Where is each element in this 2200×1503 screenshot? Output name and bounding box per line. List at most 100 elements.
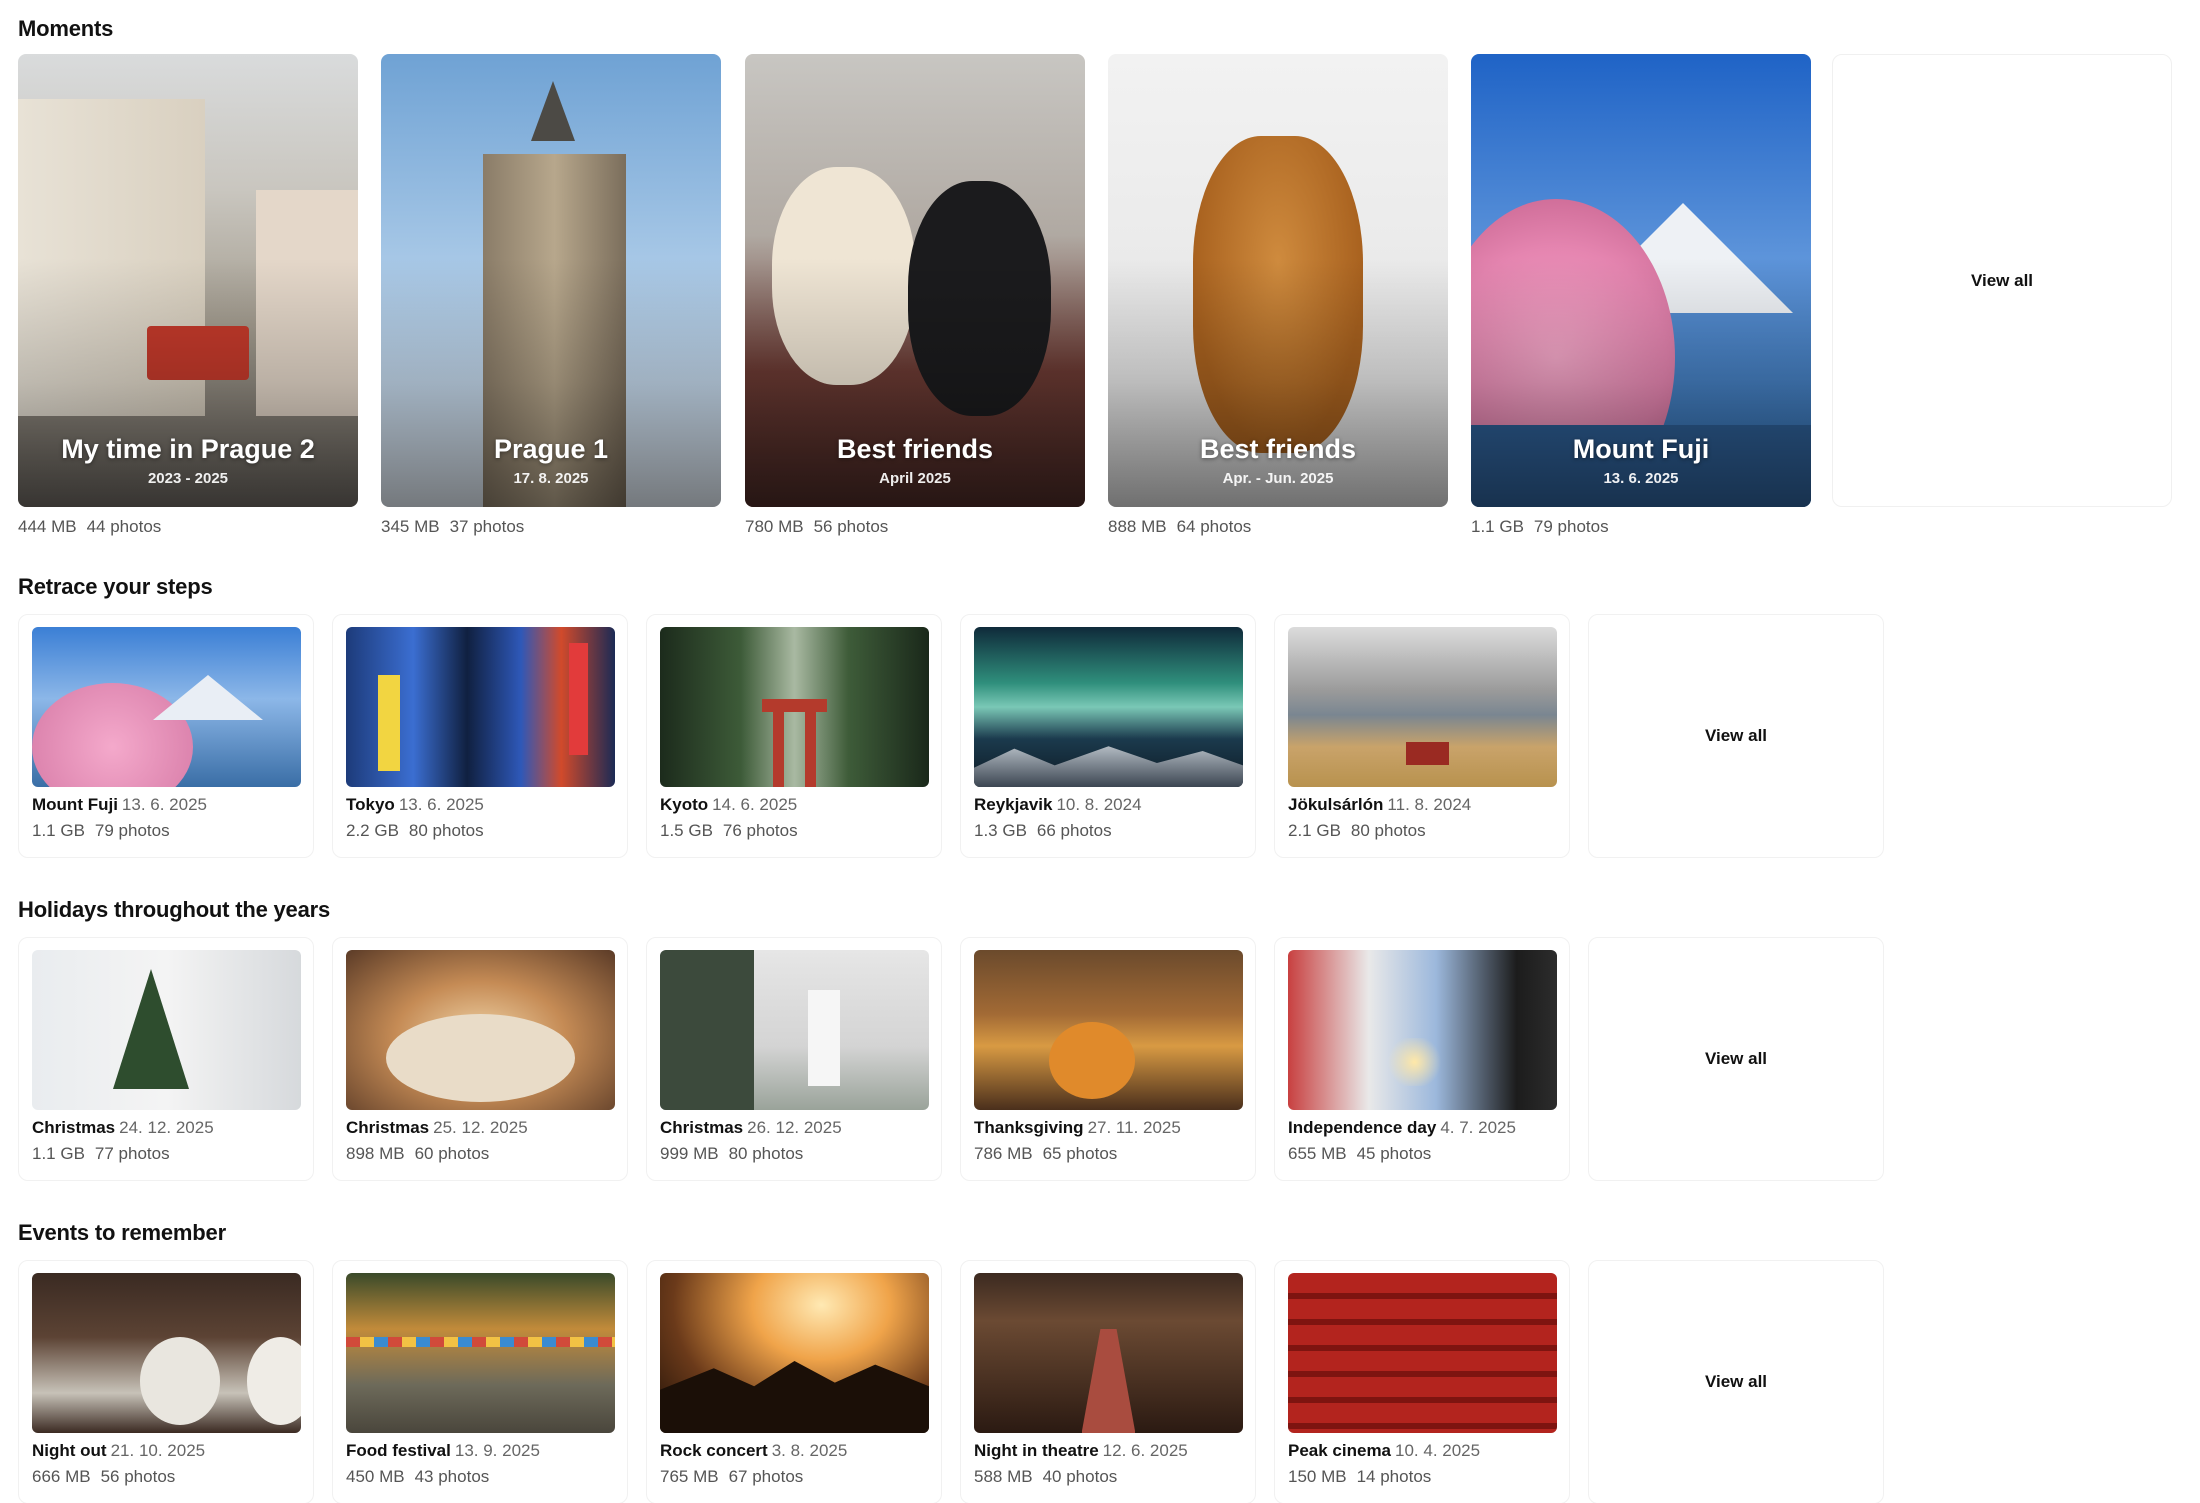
trip-name: Tokyo bbox=[346, 795, 395, 814]
moment-size: 345 MB bbox=[381, 517, 440, 536]
holiday-photo[interactable] bbox=[974, 950, 1243, 1110]
moment-date: 2023 - 2025 bbox=[147, 470, 229, 487]
event-card[interactable]: Peak cinema 10. 4. 2025 150 MB 14 photos bbox=[1274, 1260, 1570, 1503]
moment-photo-count: 37 photos bbox=[449, 517, 525, 536]
moment-date: Apr. - Jun. 2025 bbox=[1222, 470, 1334, 487]
moment-title: Best friends bbox=[1199, 434, 1357, 464]
holiday-photo[interactable] bbox=[1288, 950, 1557, 1110]
moment-date: 17. 8. 2025 bbox=[513, 470, 589, 487]
holiday-name: Christmas bbox=[660, 1118, 744, 1137]
moment-photo[interactable]: My time in Prague 2 2023 - 2025 bbox=[18, 54, 358, 507]
trip-photo[interactable] bbox=[1288, 627, 1557, 787]
moment-title: Prague 1 bbox=[493, 434, 609, 464]
retrace-view-all-button[interactable]: View all bbox=[1588, 614, 1884, 858]
holiday-date: 4. 7. 2025 bbox=[1440, 1118, 1516, 1137]
event-photo-count: 14 photos bbox=[1356, 1467, 1432, 1486]
moment-card[interactable]: Best friends Apr. - Jun. 2025 888 MB 64 p… bbox=[1108, 54, 1448, 537]
event-photo[interactable] bbox=[1288, 1273, 1557, 1433]
event-size: 588 MB bbox=[974, 1467, 1033, 1486]
trip-date: 13. 6. 2025 bbox=[121, 795, 207, 814]
moment-size: 888 MB bbox=[1108, 517, 1167, 536]
event-name: Night out bbox=[32, 1441, 107, 1460]
holiday-name: Thanksgiving bbox=[974, 1118, 1084, 1137]
event-name: Rock concert bbox=[660, 1441, 768, 1460]
moment-card[interactable]: My time in Prague 2 2023 - 2025 444 MB 44… bbox=[18, 54, 358, 537]
event-date: 21. 10. 2025 bbox=[110, 1441, 206, 1460]
event-size: 666 MB bbox=[32, 1467, 91, 1486]
event-card[interactable]: Rock concert 3. 8. 2025 765 MB 67 photos bbox=[646, 1260, 942, 1503]
trip-card[interactable]: Tokyo 13. 6. 2025 2.2 GB 80 photos bbox=[332, 614, 628, 858]
moments-view-all-button[interactable]: View all bbox=[1832, 54, 2172, 507]
trip-size: 1.3 GB bbox=[974, 821, 1027, 840]
holiday-date: 26. 12. 2025 bbox=[747, 1118, 842, 1137]
holiday-size: 1.1 GB bbox=[32, 1144, 85, 1163]
moment-meta: 1.1 GB 79 photos bbox=[1471, 517, 1811, 537]
event-photo[interactable] bbox=[32, 1273, 301, 1433]
trip-photo[interactable] bbox=[974, 627, 1243, 787]
trip-card[interactable]: Jökulsárlón 11. 8. 2024 2.1 GB 80 photos bbox=[1274, 614, 1570, 858]
trip-size: 1.5 GB bbox=[660, 821, 713, 840]
trip-date: 14. 6. 2025 bbox=[712, 795, 798, 814]
event-card[interactable]: Night in theatre 12. 6. 2025 588 MB 40 pho… bbox=[960, 1260, 1256, 1503]
holiday-photo[interactable] bbox=[32, 950, 301, 1110]
trip-card[interactable]: Reykjavik 10. 8. 2024 1.3 GB 66 photos bbox=[960, 614, 1256, 858]
trip-size: 2.1 GB bbox=[1288, 821, 1341, 840]
holiday-card[interactable]: Thanksgiving 27. 11. 2025 786 MB 65 photos bbox=[960, 937, 1256, 1181]
moment-photo[interactable]: Best friends April 2025 bbox=[745, 54, 1085, 507]
moment-card[interactable]: Prague 1 17. 8. 2025 345 MB 37 photos bbox=[381, 54, 721, 537]
holiday-photo[interactable] bbox=[346, 950, 615, 1110]
holiday-photo-count: 80 photos bbox=[728, 1144, 804, 1163]
trip-date: 13. 6. 2025 bbox=[398, 795, 484, 814]
trip-photo[interactable] bbox=[660, 627, 929, 787]
moment-card[interactable]: Best friends April 2025 780 MB 56 photos bbox=[745, 54, 1085, 537]
holiday-card[interactable]: Christmas 24. 12. 2025 1.1 GB 77 photos bbox=[18, 937, 314, 1181]
holiday-photo-count: 60 photos bbox=[414, 1144, 490, 1163]
event-name: Night in theatre bbox=[974, 1441, 1099, 1460]
trip-card[interactable]: Mount Fuji 13. 6. 2025 1.1 GB 79 photos bbox=[18, 614, 314, 858]
event-photo[interactable] bbox=[974, 1273, 1243, 1433]
trip-name: Reykjavik bbox=[974, 795, 1053, 814]
holiday-photo[interactable] bbox=[660, 950, 929, 1110]
moment-title: My time in Prague 2 bbox=[61, 434, 315, 464]
moment-photo[interactable]: Prague 1 17. 8. 2025 bbox=[381, 54, 721, 507]
trip-photo[interactable] bbox=[32, 627, 301, 787]
moment-photo-count: 56 photos bbox=[813, 517, 889, 536]
section-title-holidays: Holidays throughout the years bbox=[18, 897, 331, 922]
moment-title: Best friends bbox=[836, 434, 994, 464]
trip-card[interactable]: Kyoto 14. 6. 2025 1.5 GB 76 photos bbox=[646, 614, 942, 858]
moment-meta: 888 MB 64 photos bbox=[1108, 517, 1448, 537]
holiday-name: Christmas bbox=[346, 1118, 430, 1137]
section-title-events: Events to remember bbox=[18, 1220, 226, 1245]
moment-meta: 444 MB 44 photos bbox=[18, 517, 358, 537]
trip-photo-count: 79 photos bbox=[94, 821, 170, 840]
moment-card[interactable]: Mount Fuji 13. 6. 2025 1.1 GB 79 photos bbox=[1471, 54, 1811, 537]
holiday-size: 655 MB bbox=[1288, 1144, 1347, 1163]
moment-meta: 780 MB 56 photos bbox=[745, 517, 1085, 537]
moment-size: 1.1 GB bbox=[1471, 517, 1524, 536]
trip-photo-count: 80 photos bbox=[1350, 821, 1426, 840]
event-card[interactable]: Food festival 13. 9. 2025 450 MB 43 photos bbox=[332, 1260, 628, 1503]
event-photo[interactable] bbox=[660, 1273, 929, 1433]
event-date: 13. 9. 2025 bbox=[454, 1441, 540, 1460]
moment-meta: 345 MB 37 photos bbox=[381, 517, 721, 537]
trip-name: Mount Fuji bbox=[32, 795, 118, 814]
holidays-view-all-button[interactable]: View all bbox=[1588, 937, 1884, 1181]
trip-photo[interactable] bbox=[346, 627, 615, 787]
moment-photo-count: 79 photos bbox=[1533, 517, 1609, 536]
holiday-name: Independence day bbox=[1288, 1118, 1437, 1137]
trip-size: 1.1 GB bbox=[32, 821, 85, 840]
event-photo[interactable] bbox=[346, 1273, 615, 1433]
holiday-card[interactable]: Christmas 25. 12. 2025 898 MB 60 photos bbox=[332, 937, 628, 1181]
holiday-card[interactable]: Christmas 26. 12. 2025 999 MB 80 photos bbox=[646, 937, 942, 1181]
holiday-card[interactable]: Independence day 4. 7. 2025 655 MB 45 phot… bbox=[1274, 937, 1570, 1181]
holiday-size: 786 MB bbox=[974, 1144, 1033, 1163]
event-name: Food festival bbox=[346, 1441, 451, 1460]
moment-size: 444 MB bbox=[18, 517, 77, 536]
events-view-all-button[interactable]: View all bbox=[1588, 1260, 1884, 1503]
event-card[interactable]: Night out 21. 10. 2025 666 MB 56 photos bbox=[18, 1260, 314, 1503]
event-size: 450 MB bbox=[346, 1467, 405, 1486]
holiday-name: Christmas bbox=[32, 1118, 116, 1137]
moment-photo[interactable]: Best friends Apr. - Jun. 2025 bbox=[1108, 54, 1448, 507]
section-title-retrace: Retrace your steps bbox=[18, 574, 213, 599]
moment-photo[interactable]: Mount Fuji 13. 6. 2025 bbox=[1471, 54, 1811, 507]
